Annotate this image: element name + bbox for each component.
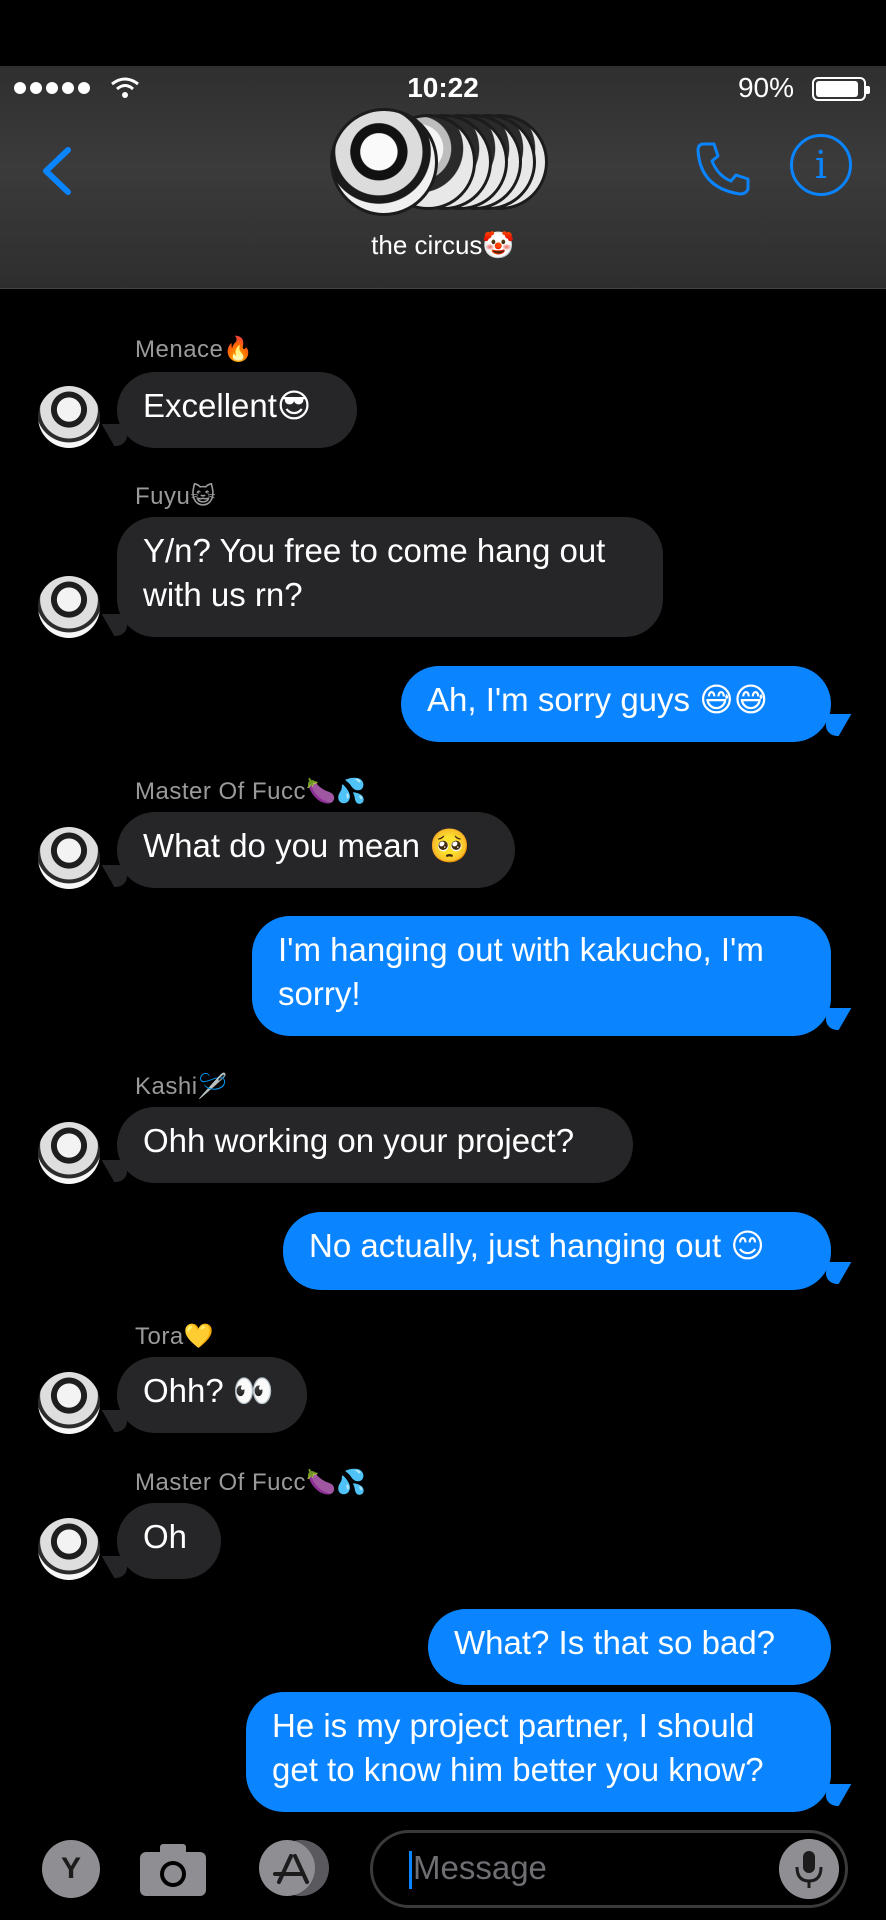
camera-icon[interactable] (138, 1840, 208, 1898)
phone-icon[interactable] (690, 136, 756, 202)
back-chevron-icon[interactable] (30, 136, 90, 206)
message-input[interactable]: Message (370, 1830, 848, 1908)
app-store-icon[interactable] (253, 1838, 333, 1898)
top-spacer (0, 0, 886, 66)
sender-name: Master Of Fucc🍆💦 (135, 778, 367, 805)
battery-icon (812, 77, 870, 101)
sender-name: Menace🔥 (135, 336, 254, 363)
message-bubble-incoming[interactable]: Y/n? You free to come hang out with us r… (117, 517, 663, 637)
group-name[interactable]: the circus🤡 (0, 230, 886, 261)
message-bubble-incoming[interactable]: What do you mean 🥺 (117, 812, 515, 888)
memoji-button[interactable]: Y (42, 1840, 100, 1898)
avatar[interactable] (38, 827, 100, 889)
message-bubble-incoming[interactable]: Excellent😎 (117, 372, 357, 448)
sender-name: Fuyu😺 (135, 483, 216, 510)
compose-bar: Y Message (0, 1822, 886, 1920)
message-bubble-incoming[interactable]: Oh (117, 1503, 221, 1579)
avatar[interactable] (38, 386, 100, 448)
message-placeholder: Message (413, 1849, 547, 1886)
microphone-icon[interactable] (779, 1839, 839, 1899)
message-bubble-incoming[interactable]: Ohh? 👀 (117, 1357, 307, 1433)
sender-name: Kashi🪡 (135, 1073, 228, 1100)
group-avatar (330, 108, 438, 216)
sender-name: Master Of Fucc🍆💦 (135, 1469, 367, 1496)
conversation-header: 10:22 90% the circus🤡 i (0, 66, 886, 289)
avatar[interactable] (38, 1372, 100, 1434)
avatar[interactable] (38, 1122, 100, 1184)
group-avatar-stack[interactable] (330, 106, 560, 216)
message-bubble-outgoing[interactable]: I'm hanging out with kakucho, I'm sorry! (252, 916, 831, 1036)
text-cursor (409, 1851, 412, 1889)
message-bubble-outgoing[interactable]: Ah, I'm sorry guys 😅😅 (401, 666, 831, 742)
message-bubble-outgoing[interactable]: What? Is that so bad? (428, 1609, 831, 1685)
message-bubble-incoming[interactable]: Ohh working on your project? (117, 1107, 633, 1183)
info-icon[interactable]: i (790, 134, 852, 196)
battery-percent: 90% (737, 72, 794, 103)
message-bubble-outgoing[interactable]: No actually, just hanging out 😊 (283, 1212, 831, 1290)
message-bubble-outgoing[interactable]: He is my project partner, I should get t… (246, 1692, 831, 1812)
sender-name: Tora💛 (135, 1323, 215, 1350)
avatar[interactable] (38, 576, 100, 638)
avatar[interactable] (38, 1518, 100, 1580)
